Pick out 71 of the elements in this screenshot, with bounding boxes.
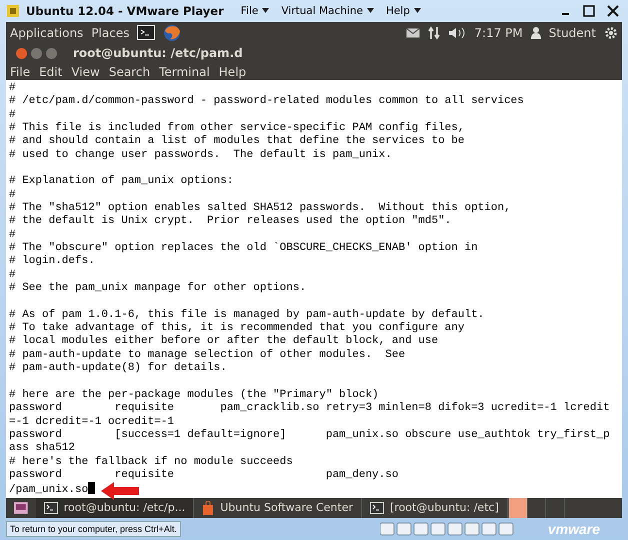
terminal-line: # local modules either before or after the default block, and use <box>9 335 440 349</box>
close-button[interactable] <box>16 48 27 59</box>
terminal-line: # <box>9 188 17 202</box>
taskbar-button[interactable]: [root@ubuntu: /etc] <box>362 498 508 518</box>
terminal-line: password [success=1 default=ignore] pam_unix.so obscure use_authtok try_first_p <box>9 428 611 442</box>
window-title: Ubuntu 12.04 - VMware Player <box>26 4 224 18</box>
panel-menu[interactable]: Places <box>91 26 130 40</box>
menu-item[interactable]: Search <box>108 64 150 79</box>
menu-item[interactable]: Help <box>218 64 246 79</box>
clock[interactable]: 7:17 PM <box>474 26 523 40</box>
menu-item[interactable]: Virtual Machine <box>278 4 377 17</box>
network-icon[interactable] <box>428 26 440 40</box>
gear-icon[interactable] <box>604 26 618 40</box>
menu-item[interactable]: File <box>238 4 272 17</box>
menu-item[interactable]: Terminal <box>159 64 210 79</box>
terminal-line: # Explanation of pam_unix options: <box>9 175 234 189</box>
vmware-icon <box>6 4 20 18</box>
arrow-icon <box>100 482 139 500</box>
terminal-line: # <box>9 268 17 282</box>
terminal-line: # <box>9 108 17 122</box>
terminal-line: # and should contain a list of modules that define the services to be <box>9 135 466 149</box>
workspace-switcher[interactable] <box>508 498 527 518</box>
caret-icon <box>262 8 270 14</box>
terminal-line: /pam_unix.so <box>9 484 88 496</box>
terminal-icon[interactable] <box>137 25 156 40</box>
browser-icon[interactable] <box>163 24 182 42</box>
terminal-line: ass sha512 <box>9 442 76 456</box>
user-icon <box>530 26 541 39</box>
show-desktop-icon[interactable] <box>14 502 28 514</box>
terminal-line: # here are the per-package modules (the "Primary" block) <box>9 388 380 402</box>
terminal-line: # <box>9 228 17 242</box>
maximize-button[interactable] <box>46 48 57 59</box>
terminal-line: # login.defs. <box>9 255 96 269</box>
caret-icon <box>414 8 421 14</box>
vmware-logo: vmware <box>548 521 600 538</box>
terminal-line: # See the pam_unix manpage for other options. <box>9 282 308 296</box>
taskbar-button[interactable]: Ubuntu Software Center <box>194 498 362 518</box>
panel-menu[interactable]: Applications <box>10 26 84 40</box>
close-icon[interactable] <box>607 4 619 17</box>
terminal-icon <box>370 502 384 514</box>
terminal-line: # /etc/pam.d/common-password - password-related modules common to all services <box>9 95 525 109</box>
terminal-line: # used to change user passwords. The default is pam_unix. <box>9 148 393 162</box>
mail-icon[interactable] <box>406 28 420 38</box>
caret-icon <box>366 8 374 14</box>
speaker-icon[interactable] <box>448 26 466 39</box>
menu-item[interactable]: Edit <box>39 64 62 79</box>
terminal-line: # This file is included from other service-specific PAM config files, <box>9 122 466 135</box>
menu-item[interactable]: File <box>10 64 30 79</box>
user-name[interactable]: Student <box>548 26 596 40</box>
terminal-line: # To take advantage of this, it is recommended that you configure any <box>9 322 466 335</box>
terminal-line: # the default is Unix crypt. Prior releases used the option "md5". <box>9 215 452 229</box>
menu-item[interactable]: Help <box>382 4 424 17</box>
terminal-icon <box>44 502 58 514</box>
terminal-line: # here's the fallback if no module succeeds <box>9 456 294 469</box>
terminal-line: # As of pam 1.0.1-6, this file is managed by pam-auth-update by default. <box>9 308 486 322</box>
maximize-icon[interactable] <box>583 4 595 17</box>
terminal-line: # pam-auth-update(8) for details. <box>9 362 228 376</box>
status-hint: To return to your computer, press Ctrl+Alt. <box>6 521 181 538</box>
window-title: root@ubuntu: /etc/pam.d <box>73 46 243 60</box>
taskbar-button[interactable]: root@ubuntu: /etc/p... <box>36 498 194 518</box>
bag-icon <box>202 500 214 515</box>
terminal-line: # <box>9 82 17 96</box>
minimize-button[interactable] <box>31 48 42 59</box>
terminal-line: # The "sha512" option enables salted SHA512 passwords. Without this option, <box>9 202 512 215</box>
terminal-line: # pam-auth-update to manage selection of other modules. See <box>9 348 406 362</box>
menu-item[interactable]: View <box>71 64 100 79</box>
terminal-line: password requisite pam_cracklib.so retry=3 minlen=8 difok=3 ucredit=-1 lcredit <box>9 402 611 416</box>
terminal-line: =-1 dcredit=-1 ocredit=-1 <box>9 416 176 429</box>
text-cursor <box>88 482 95 494</box>
terminal-line: password requisite pam_deny.so <box>9 468 400 482</box>
terminal-line: # The "obscure" option replaces the old `OBSCURE_CHECKS_ENAB' option in <box>9 242 479 255</box>
